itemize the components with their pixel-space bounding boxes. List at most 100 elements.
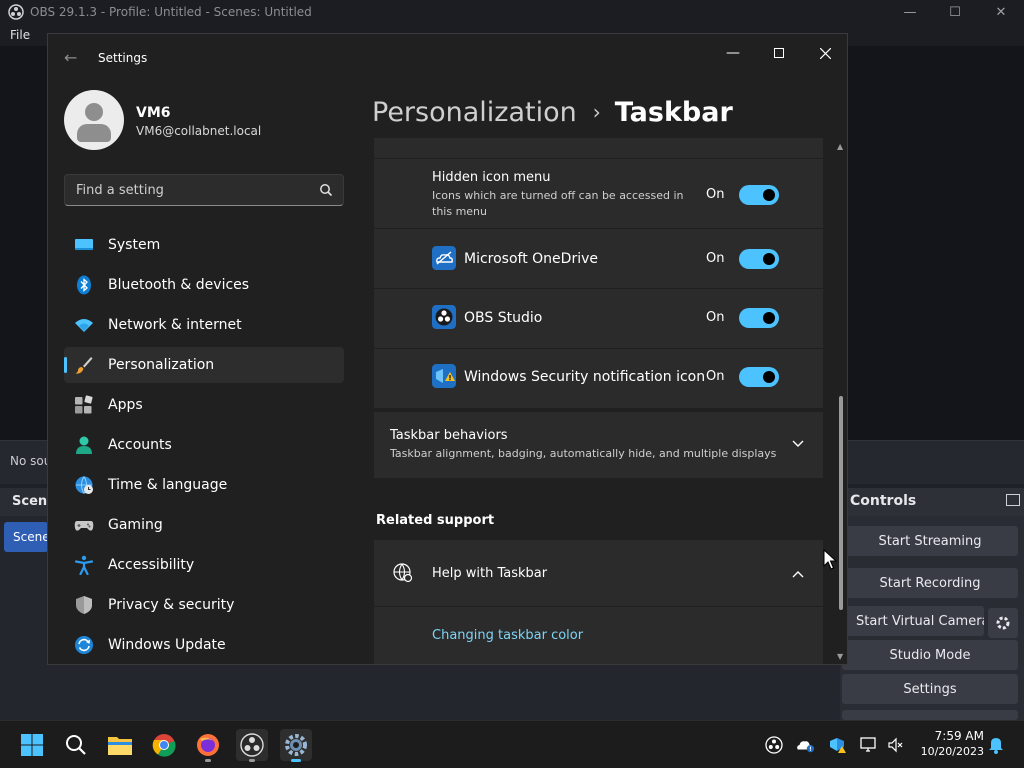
network-tray-icon[interactable] xyxy=(860,735,880,755)
globe-clock-icon xyxy=(75,476,93,494)
nav-item-time-language[interactable]: Time & language xyxy=(64,467,344,503)
taskbar-behaviors-description: Taskbar alignment, badging, automaticall… xyxy=(390,447,777,460)
nav-label: System xyxy=(108,237,161,253)
start-virtual-camera-button[interactable]: Start Virtual Camera xyxy=(842,606,984,636)
toggle-state: On xyxy=(706,187,725,202)
search-input[interactable] xyxy=(65,175,309,205)
volume-muted-icon[interactable] xyxy=(886,735,906,755)
taskbar-clock[interactable]: 7:59 AM 10/20/2023 xyxy=(912,729,984,758)
user-name: VM6 xyxy=(136,105,171,121)
undock-icon[interactable] xyxy=(1006,494,1020,506)
onedrive-tray-icon[interactable] xyxy=(795,735,815,755)
back-arrow-icon[interactable]: ← xyxy=(64,48,77,67)
scrollbar[interactable]: ▲ ▼ xyxy=(837,138,845,664)
obs-logo-icon xyxy=(8,4,24,20)
obs-close-button[interactable]: ✕ xyxy=(978,0,1024,24)
exit-button[interactable] xyxy=(842,710,1018,720)
onedrive-icon xyxy=(432,246,456,270)
system-icon xyxy=(75,239,93,250)
taskbar: 7:59 AM 10/20/2023 xyxy=(0,720,1024,768)
breadcrumb-parent[interactable]: Personalization xyxy=(372,97,577,128)
settings-title: Settings xyxy=(98,51,148,65)
start-recording-button[interactable]: Start Recording xyxy=(842,568,1018,598)
obs-maximize-button[interactable]: ☐ xyxy=(932,0,978,24)
divider xyxy=(374,348,823,349)
nav-label: Network & internet xyxy=(108,317,242,333)
nav-item-network[interactable]: Network & internet xyxy=(64,307,344,343)
app-name: Microsoft OneDrive xyxy=(464,251,598,267)
obs-menu-file[interactable]: File xyxy=(10,28,30,42)
obs-taskbar-button[interactable] xyxy=(236,729,268,762)
nav-item-personalization[interactable]: Personalization xyxy=(64,347,344,383)
chevron-right-icon: › xyxy=(592,100,601,124)
accessibility-icon xyxy=(74,555,94,575)
scroll-thumb[interactable] xyxy=(839,396,843,610)
divider xyxy=(374,288,823,289)
windows-security-tray-icon[interactable] xyxy=(828,735,848,755)
clock-time: 7:59 AM xyxy=(934,729,984,743)
scroll-up-arrow-icon[interactable]: ▲ xyxy=(837,142,843,151)
page-title: Taskbar xyxy=(614,96,733,128)
obs-scene-item[interactable]: Scene xyxy=(4,522,50,552)
windows-security-toggle[interactable] xyxy=(739,367,779,387)
chevron-down-icon[interactable] xyxy=(792,440,804,448)
nav-item-gaming[interactable]: Gaming xyxy=(64,507,344,543)
obs-settings-button[interactable]: Settings xyxy=(842,674,1018,704)
apps-icon xyxy=(75,395,93,414)
chevron-up-icon[interactable] xyxy=(792,570,804,578)
divider xyxy=(374,228,823,229)
changing-taskbar-color-link[interactable]: Changing taskbar color xyxy=(432,628,583,643)
taskbar-behaviors-card[interactable]: Taskbar behaviors Taskbar alignment, bad… xyxy=(374,412,823,478)
start-button[interactable] xyxy=(16,729,48,761)
obs-minimize-button[interactable]: — xyxy=(887,0,933,24)
update-icon xyxy=(75,636,93,654)
nav-item-accessibility[interactable]: Accessibility xyxy=(64,547,344,583)
nav-label: Gaming xyxy=(108,517,163,533)
active-indicator xyxy=(291,759,301,762)
start-streaming-button[interactable]: Start Streaming xyxy=(842,526,1018,556)
scroll-down-arrow-icon[interactable]: ▼ xyxy=(837,652,843,661)
virtual-camera-settings-icon[interactable] xyxy=(988,608,1018,638)
nav-item-windows-update[interactable]: Windows Update xyxy=(64,627,344,663)
onedrive-toggle[interactable] xyxy=(739,249,779,269)
toggle-state: On xyxy=(706,251,725,266)
obs-no-source-text: No sou xyxy=(10,454,52,468)
file-explorer-button[interactable] xyxy=(104,729,136,761)
obs-tray-icon[interactable] xyxy=(764,735,784,755)
nav-item-system[interactable]: System xyxy=(64,227,344,263)
nav-item-accounts[interactable]: Accounts xyxy=(64,427,344,463)
hidden-icon-menu-toggle[interactable] xyxy=(739,185,779,205)
obs-titlebar: OBS 29.1.3 - Profile: Untitled - Scenes:… xyxy=(0,0,1024,24)
help-with-taskbar-card: Help with Taskbar Changing taskbar color xyxy=(374,540,823,664)
nav-item-apps[interactable]: Apps xyxy=(64,387,344,423)
close-button[interactable] xyxy=(802,38,847,68)
avatar[interactable] xyxy=(64,90,124,150)
obs-scene-item-label: Scene xyxy=(13,530,50,544)
nav-label: Accounts xyxy=(108,437,172,453)
nav-item-bluetooth[interactable]: Bluetooth & devices xyxy=(64,267,344,303)
obs-controls-header: Controls xyxy=(840,488,1024,516)
search-icon[interactable] xyxy=(319,183,333,197)
gear-icon xyxy=(285,734,307,756)
clock-date: 10/20/2023 xyxy=(920,745,984,758)
taskbar-search-button[interactable] xyxy=(60,729,92,761)
studio-mode-button[interactable]: Studio Mode xyxy=(842,640,1018,670)
search-box[interactable] xyxy=(64,174,344,206)
obs-studio-toggle[interactable] xyxy=(739,308,779,328)
chrome-icon xyxy=(152,734,176,757)
settings-taskbar-button[interactable] xyxy=(280,729,312,762)
nav-label: Apps xyxy=(108,397,143,413)
maximize-button[interactable] xyxy=(756,38,802,68)
globe-icon xyxy=(393,563,413,583)
obs-scenes-header: Scene xyxy=(0,488,56,516)
nav-item-privacy[interactable]: Privacy & security xyxy=(64,587,344,623)
nav-label: Accessibility xyxy=(108,557,195,573)
hidden-icon-menu-description: Icons which are turned off can be access… xyxy=(432,189,684,218)
help-with-taskbar-title[interactable]: Help with Taskbar xyxy=(432,566,547,581)
settings-content: Hidden icon menu Icons which are turned … xyxy=(374,138,824,664)
notification-bell-icon[interactable] xyxy=(986,735,1006,755)
firefox-button[interactable] xyxy=(192,729,224,762)
running-indicator xyxy=(249,759,255,762)
chrome-button[interactable] xyxy=(148,729,180,761)
minimize-button[interactable]: — xyxy=(710,38,756,68)
